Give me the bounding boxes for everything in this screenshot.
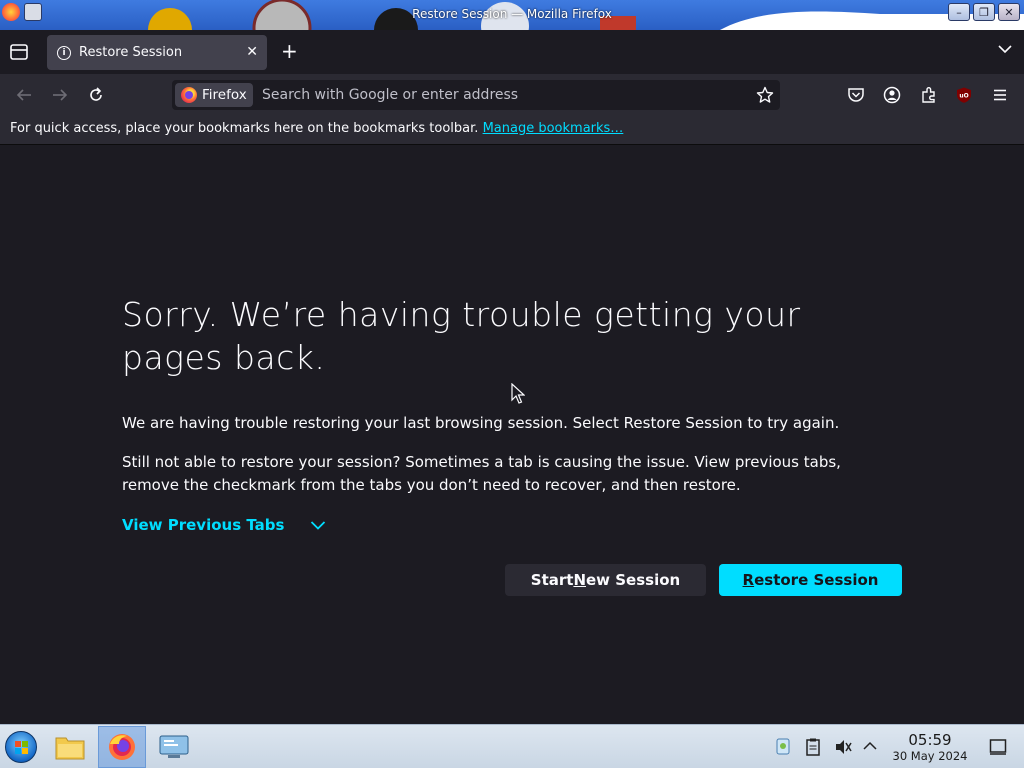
- new-tab-button[interactable]: +: [281, 41, 298, 61]
- minimize-button[interactable]: –: [948, 3, 970, 21]
- window-titlebar: Restore Session — Mozilla Firefox – ❐ ✕: [0, 0, 1024, 30]
- back-icon[interactable]: [15, 86, 33, 104]
- pocket-icon[interactable]: [847, 86, 865, 104]
- view-previous-tabs-label: View Previous Tabs: [122, 516, 285, 534]
- firefox-logo-icon: [181, 87, 197, 103]
- taskbar-firefox[interactable]: [98, 726, 146, 768]
- network-manager-icon[interactable]: [774, 737, 792, 757]
- extensions-icon[interactable]: [920, 86, 938, 104]
- svg-text:uO: uO: [959, 93, 968, 100]
- ublock-origin-icon[interactable]: uO: [955, 86, 973, 104]
- system-settings-icon: [159, 735, 189, 758]
- tab-label: Restore Session: [79, 45, 183, 60]
- restore-session-accesskey: R: [742, 571, 755, 589]
- bookmarks-toolbar: For quick access, place your bookmarks h…: [0, 116, 1024, 145]
- close-tab-icon[interactable]: ✕: [246, 44, 258, 60]
- windows-logo-icon: [15, 741, 28, 754]
- taskbar-control-panel[interactable]: [150, 726, 198, 768]
- taskbar-file-manager[interactable]: [46, 726, 94, 768]
- nav-toolbar: Firefox uO: [0, 74, 1024, 116]
- identity-label: Firefox: [202, 87, 247, 103]
- chevron-down-icon: [311, 521, 326, 530]
- reload-icon[interactable]: [87, 86, 105, 104]
- restore-description: We are having trouble restoring your las…: [122, 414, 840, 432]
- maximize-button[interactable]: ❐: [973, 3, 995, 21]
- clock-time: 05:59: [908, 731, 952, 749]
- clock-date: 30 May 2024: [892, 749, 968, 763]
- start-new-session-label-rest: ew Session: [586, 571, 681, 589]
- window-title: Restore Session — Mozilla Firefox: [412, 7, 612, 21]
- start-new-session-accesskey: N: [573, 571, 586, 589]
- mouse-pointer-icon: [511, 383, 525, 404]
- account-icon[interactable]: [883, 86, 901, 104]
- start-new-session-button[interactable]: Start New Session: [505, 564, 706, 596]
- url-input[interactable]: [262, 85, 732, 105]
- bookmark-star-icon[interactable]: [756, 86, 774, 104]
- taskbar-clock[interactable]: 05:59 30 May 2024: [890, 731, 970, 764]
- address-bar[interactable]: Firefox: [172, 80, 780, 110]
- identity-box[interactable]: Firefox: [175, 83, 253, 107]
- firefox-view-icon[interactable]: [9, 43, 29, 61]
- taskbar: 05:59 30 May 2024: [0, 724, 1024, 768]
- restore-session-label: estore Session: [754, 571, 879, 589]
- start-new-session-label: Start: [530, 571, 574, 589]
- list-all-tabs-icon[interactable]: [998, 44, 1012, 54]
- restore-help-text: Still not able to restore your session? …: [122, 453, 841, 494]
- page-title: Sorry. We’re having trouble getting your…: [122, 295, 801, 377]
- manage-bookmarks-link[interactable]: Manage bookmarks…: [483, 121, 624, 136]
- folder-icon: [55, 737, 85, 760]
- show-desktop-icon[interactable]: [989, 738, 1007, 756]
- forward-icon[interactable]: [51, 86, 69, 104]
- info-icon: i: [57, 45, 71, 60]
- tab-strip: i Restore Session ✕ +: [0, 30, 1024, 74]
- clipboard-icon[interactable]: [806, 738, 820, 756]
- firefox-icon: [109, 734, 135, 760]
- tray-expand-icon[interactable]: [863, 741, 877, 751]
- start-menu-button[interactable]: [5, 731, 37, 763]
- hamburger-menu-icon[interactable]: [991, 86, 1009, 104]
- close-window-button[interactable]: ✕: [998, 3, 1020, 21]
- restore-session-button[interactable]: Restore Session: [719, 564, 902, 596]
- tab-restore-session[interactable]: i Restore Session ✕: [47, 35, 267, 70]
- page-content: Sorry. We’re having trouble getting your…: [0, 145, 1024, 724]
- bookmarks-empty-message: For quick access, place your bookmarks h…: [10, 121, 479, 136]
- view-previous-tabs-toggle[interactable]: View Previous Tabs: [122, 516, 326, 534]
- volume-muted-icon[interactable]: [834, 738, 852, 756]
